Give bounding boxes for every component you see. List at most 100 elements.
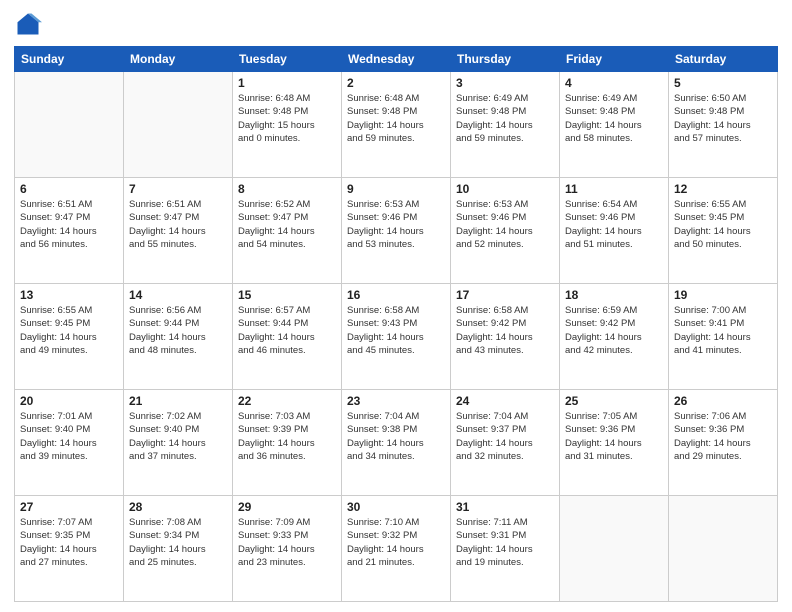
day-number: 19 xyxy=(674,288,772,302)
day-number: 6 xyxy=(20,182,118,196)
day-info: Sunrise: 6:58 AM Sunset: 9:42 PM Dayligh… xyxy=(456,304,554,357)
calendar-cell: 17 Sunrise: 6:58 AM Sunset: 9:42 PM Dayli… xyxy=(451,284,560,390)
calendar-cell: 12 Sunrise: 6:55 AM Sunset: 9:45 PM Dayli… xyxy=(669,178,778,284)
day-number: 20 xyxy=(20,394,118,408)
day-info: Sunrise: 6:58 AM Sunset: 9:43 PM Dayligh… xyxy=(347,304,445,357)
calendar-cell: 26Sunrise: 7:06 AM Sunset: 9:36 PM Dayli… xyxy=(669,390,778,496)
calendar-cell: 7Sunrise: 6:51 AM Sunset: 9:47 PM Daylig… xyxy=(124,178,233,284)
day-number: 12 xyxy=(674,182,772,196)
day-number: 24 xyxy=(456,394,554,408)
day-number: 14 xyxy=(129,288,227,302)
calendar-cell xyxy=(560,496,669,602)
calendar-cell xyxy=(669,496,778,602)
day-info: Sunrise: 7:07 AM Sunset: 9:35 PM Dayligh… xyxy=(20,516,118,569)
day-number: 30 xyxy=(347,500,445,514)
calendar-cell: 21Sunrise: 7:02 AM Sunset: 9:40 PM Dayli… xyxy=(124,390,233,496)
day-number: 3 xyxy=(456,76,554,90)
day-number: 5 xyxy=(674,76,772,90)
calendar-cell: 27 Sunrise: 7:07 AM Sunset: 9:35 PM Dayli… xyxy=(15,496,124,602)
calendar-cell xyxy=(15,72,124,178)
day-info: Sunrise: 6:53 AM Sunset: 9:46 PM Dayligh… xyxy=(456,198,554,251)
calendar-cell: 23 Sunrise: 7:04 AM Sunset: 9:38 PM Dayli… xyxy=(342,390,451,496)
day-number: 25 xyxy=(565,394,663,408)
day-info: Sunrise: 6:49 AM Sunset: 9:48 PM Dayligh… xyxy=(565,92,663,145)
header xyxy=(14,10,778,38)
calendar-cell: 22 Sunrise: 7:03 AM Sunset: 9:39 PM Dayli… xyxy=(233,390,342,496)
day-info: Sunrise: 6:59 AM Sunset: 9:42 PM Dayligh… xyxy=(565,304,663,357)
day-number: 22 xyxy=(238,394,336,408)
day-number: 8 xyxy=(238,182,336,196)
week-row-3: 13 Sunrise: 6:55 AM Sunset: 9:45 PM Dayli… xyxy=(15,284,778,390)
day-info: Sunrise: 6:55 AM Sunset: 9:45 PM Dayligh… xyxy=(20,304,118,357)
day-info: Sunrise: 7:08 AM Sunset: 9:34 PM Dayligh… xyxy=(129,516,227,569)
day-info: Sunrise: 7:05 AM Sunset: 9:36 PM Dayligh… xyxy=(565,410,663,463)
day-info: Sunrise: 7:11 AM Sunset: 9:31 PM Dayligh… xyxy=(456,516,554,569)
weekday-header-tuesday: Tuesday xyxy=(233,47,342,72)
day-number: 11 xyxy=(565,182,663,196)
calendar-cell: 6Sunrise: 6:51 AM Sunset: 9:47 PM Daylig… xyxy=(15,178,124,284)
day-info: Sunrise: 6:54 AM Sunset: 9:46 PM Dayligh… xyxy=(565,198,663,251)
calendar-cell: 8Sunrise: 6:52 AM Sunset: 9:47 PM Daylig… xyxy=(233,178,342,284)
calendar-cell: 25 Sunrise: 7:05 AM Sunset: 9:36 PM Dayli… xyxy=(560,390,669,496)
calendar-cell: 4 Sunrise: 6:49 AM Sunset: 9:48 PM Daylig… xyxy=(560,72,669,178)
calendar-cell: 5 Sunrise: 6:50 AM Sunset: 9:48 PM Daylig… xyxy=(669,72,778,178)
weekday-header-sunday: Sunday xyxy=(15,47,124,72)
day-info: Sunrise: 6:48 AM Sunset: 9:48 PM Dayligh… xyxy=(347,92,445,145)
calendar-cell: 11 Sunrise: 6:54 AM Sunset: 9:46 PM Dayli… xyxy=(560,178,669,284)
day-info: Sunrise: 6:53 AM Sunset: 9:46 PM Dayligh… xyxy=(347,198,445,251)
calendar-cell: 20 Sunrise: 7:01 AM Sunset: 9:40 PM Dayli… xyxy=(15,390,124,496)
calendar-cell: 28 Sunrise: 7:08 AM Sunset: 9:34 PM Dayli… xyxy=(124,496,233,602)
day-number: 15 xyxy=(238,288,336,302)
calendar-cell: 19 Sunrise: 7:00 AM Sunset: 9:41 PM Dayli… xyxy=(669,284,778,390)
day-info: Sunrise: 7:10 AM Sunset: 9:32 PM Dayligh… xyxy=(347,516,445,569)
weekday-header-saturday: Saturday xyxy=(669,47,778,72)
day-info: Sunrise: 7:02 AM Sunset: 9:40 PM Dayligh… xyxy=(129,410,227,463)
day-number: 2 xyxy=(347,76,445,90)
calendar-cell: 24Sunrise: 7:04 AM Sunset: 9:37 PM Dayli… xyxy=(451,390,560,496)
day-info: Sunrise: 7:09 AM Sunset: 9:33 PM Dayligh… xyxy=(238,516,336,569)
day-number: 10 xyxy=(456,182,554,196)
weekday-header-monday: Monday xyxy=(124,47,233,72)
weekday-header-row: SundayMondayTuesdayWednesdayThursdayFrid… xyxy=(15,47,778,72)
day-number: 27 xyxy=(20,500,118,514)
day-number: 13 xyxy=(20,288,118,302)
day-info: Sunrise: 6:48 AM Sunset: 9:48 PM Dayligh… xyxy=(238,92,336,145)
day-number: 29 xyxy=(238,500,336,514)
day-info: Sunrise: 6:55 AM Sunset: 9:45 PM Dayligh… xyxy=(674,198,772,251)
calendar-table: SundayMondayTuesdayWednesdayThursdayFrid… xyxy=(14,46,778,602)
day-info: Sunrise: 6:57 AM Sunset: 9:44 PM Dayligh… xyxy=(238,304,336,357)
day-number: 9 xyxy=(347,182,445,196)
logo xyxy=(14,10,46,38)
week-row-4: 20 Sunrise: 7:01 AM Sunset: 9:40 PM Dayli… xyxy=(15,390,778,496)
day-number: 31 xyxy=(456,500,554,514)
day-info: Sunrise: 7:03 AM Sunset: 9:39 PM Dayligh… xyxy=(238,410,336,463)
weekday-header-wednesday: Wednesday xyxy=(342,47,451,72)
day-number: 17 xyxy=(456,288,554,302)
calendar-cell: 16 Sunrise: 6:58 AM Sunset: 9:43 PM Dayli… xyxy=(342,284,451,390)
day-number: 28 xyxy=(129,500,227,514)
page: SundayMondayTuesdayWednesdayThursdayFrid… xyxy=(0,0,792,612)
week-row-1: 1Sunrise: 6:48 AM Sunset: 9:48 PM Daylig… xyxy=(15,72,778,178)
day-number: 7 xyxy=(129,182,227,196)
calendar-cell: 18 Sunrise: 6:59 AM Sunset: 9:42 PM Dayli… xyxy=(560,284,669,390)
calendar-cell: 1Sunrise: 6:48 AM Sunset: 9:48 PM Daylig… xyxy=(233,72,342,178)
calendar-cell: 2 Sunrise: 6:48 AM Sunset: 9:48 PM Daylig… xyxy=(342,72,451,178)
calendar-cell: 9 Sunrise: 6:53 AM Sunset: 9:46 PM Daylig… xyxy=(342,178,451,284)
calendar-cell xyxy=(124,72,233,178)
day-info: Sunrise: 6:50 AM Sunset: 9:48 PM Dayligh… xyxy=(674,92,772,145)
calendar-cell: 29 Sunrise: 7:09 AM Sunset: 9:33 PM Dayli… xyxy=(233,496,342,602)
day-number: 4 xyxy=(565,76,663,90)
day-number: 26 xyxy=(674,394,772,408)
day-number: 23 xyxy=(347,394,445,408)
calendar-cell: 15 Sunrise: 6:57 AM Sunset: 9:44 PM Dayli… xyxy=(233,284,342,390)
day-info: Sunrise: 7:01 AM Sunset: 9:40 PM Dayligh… xyxy=(20,410,118,463)
logo-icon xyxy=(14,10,42,38)
calendar-cell: 31 Sunrise: 7:11 AM Sunset: 9:31 PM Dayli… xyxy=(451,496,560,602)
day-info: Sunrise: 7:04 AM Sunset: 9:38 PM Dayligh… xyxy=(347,410,445,463)
day-number: 16 xyxy=(347,288,445,302)
week-row-5: 27 Sunrise: 7:07 AM Sunset: 9:35 PM Dayli… xyxy=(15,496,778,602)
weekday-header-friday: Friday xyxy=(560,47,669,72)
day-number: 18 xyxy=(565,288,663,302)
calendar-cell: 13 Sunrise: 6:55 AM Sunset: 9:45 PM Dayli… xyxy=(15,284,124,390)
day-info: Sunrise: 7:00 AM Sunset: 9:41 PM Dayligh… xyxy=(674,304,772,357)
